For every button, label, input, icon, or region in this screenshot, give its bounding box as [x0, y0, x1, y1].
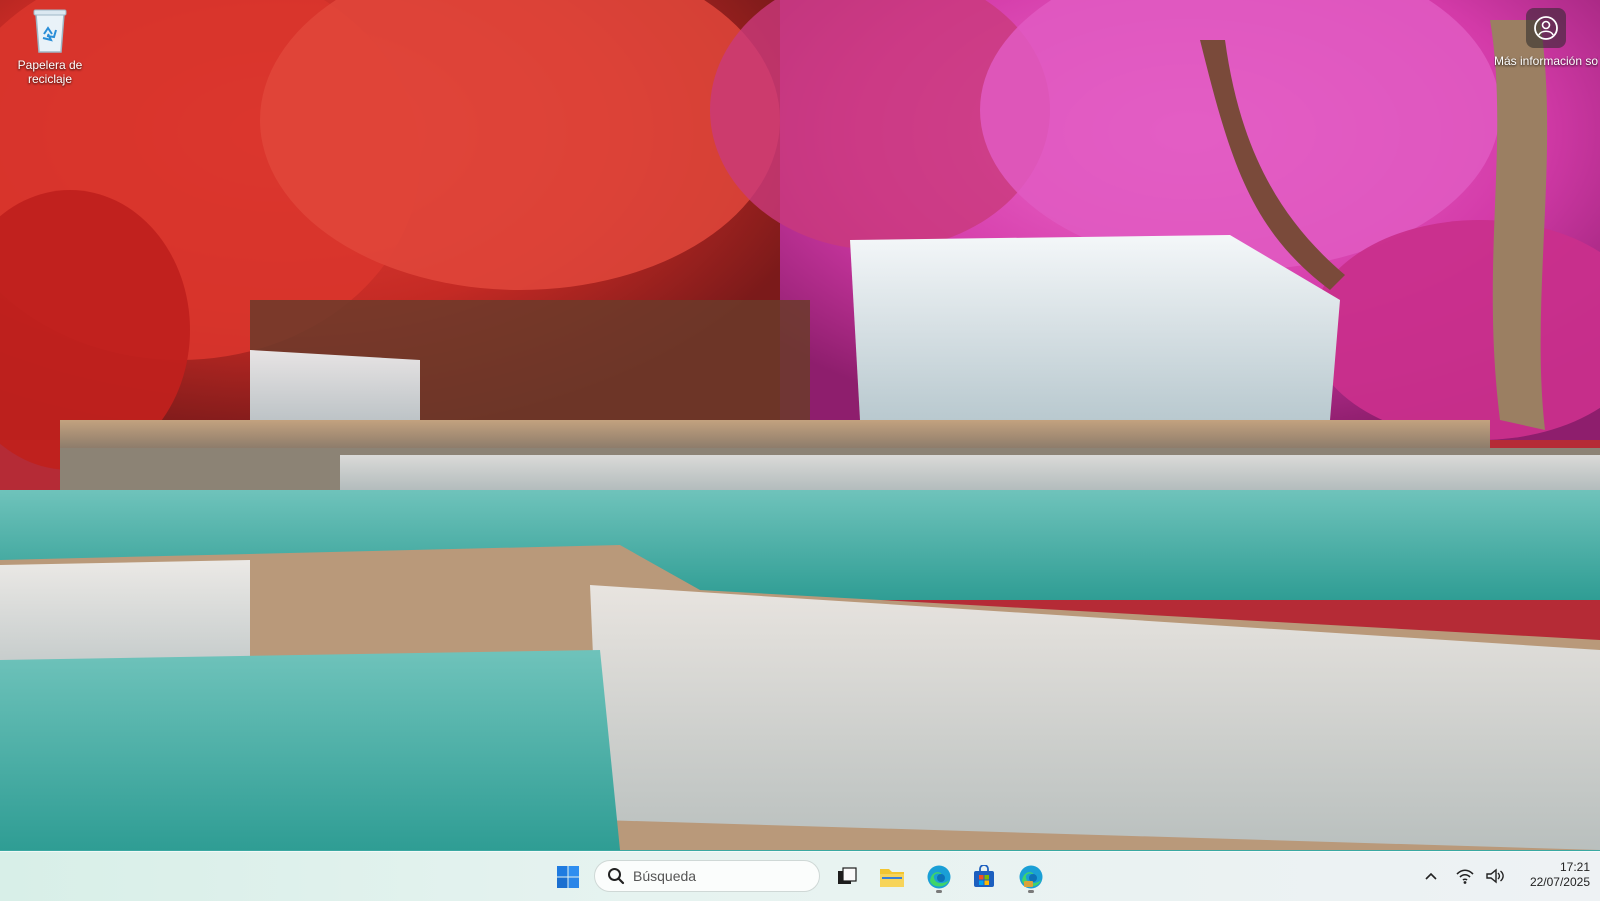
recycle-bin-shortcut[interactable]: Papelera de reciclaje — [6, 6, 94, 86]
start-button[interactable] — [550, 859, 586, 895]
search-icon — [608, 868, 625, 885]
more-info-camera-icon — [1526, 8, 1566, 48]
chevron-up-icon — [1425, 872, 1437, 880]
recycle-bin-icon — [33, 9, 67, 53]
wifi-icon — [1456, 869, 1474, 884]
task-view-button[interactable] — [829, 859, 865, 895]
desktop-wallpaper — [0, 0, 1600, 850]
more-info-label: Más información sobre esta imagen — [1494, 54, 1598, 68]
recycle-bin-label: Papelera de reciclaje — [17, 58, 83, 86]
taskbar: Búsqueda 17:21 22/07/2025 — [0, 851, 1600, 901]
volume-icon — [1486, 868, 1504, 884]
edge-beta-icon — [1019, 865, 1043, 889]
edge-icon — [927, 865, 951, 889]
edge-button[interactable] — [921, 859, 957, 895]
microsoft-store-button[interactable] — [966, 859, 1002, 895]
folder-icon — [880, 869, 904, 887]
edge-beta-button[interactable] — [1013, 859, 1049, 895]
file-explorer-button[interactable] — [874, 859, 910, 895]
clock-date: 22/07/2025 — [1529, 875, 1590, 889]
search-placeholder: Búsqueda — [633, 868, 697, 884]
taskbar-clock[interactable]: 17:21 22/07/2025 — [1506, 860, 1590, 890]
more-info-shortcut[interactable]: Más información sobre esta imagen — [1494, 8, 1598, 68]
edge-beta-running-indicator — [1028, 890, 1034, 893]
task-view-icon — [838, 867, 857, 884]
store-bag-icon — [974, 865, 994, 887]
clock-time: 17:21 — [1559, 860, 1590, 874]
edge-running-indicator — [936, 890, 942, 893]
taskbar-search-box[interactable]: Búsqueda — [594, 860, 820, 892]
waterfall-scene — [0, 0, 1600, 850]
windows-logo-icon — [557, 866, 579, 888]
quick-settings-button[interactable] — [1455, 860, 1505, 892]
show-hidden-icons-button[interactable] — [1420, 860, 1442, 892]
